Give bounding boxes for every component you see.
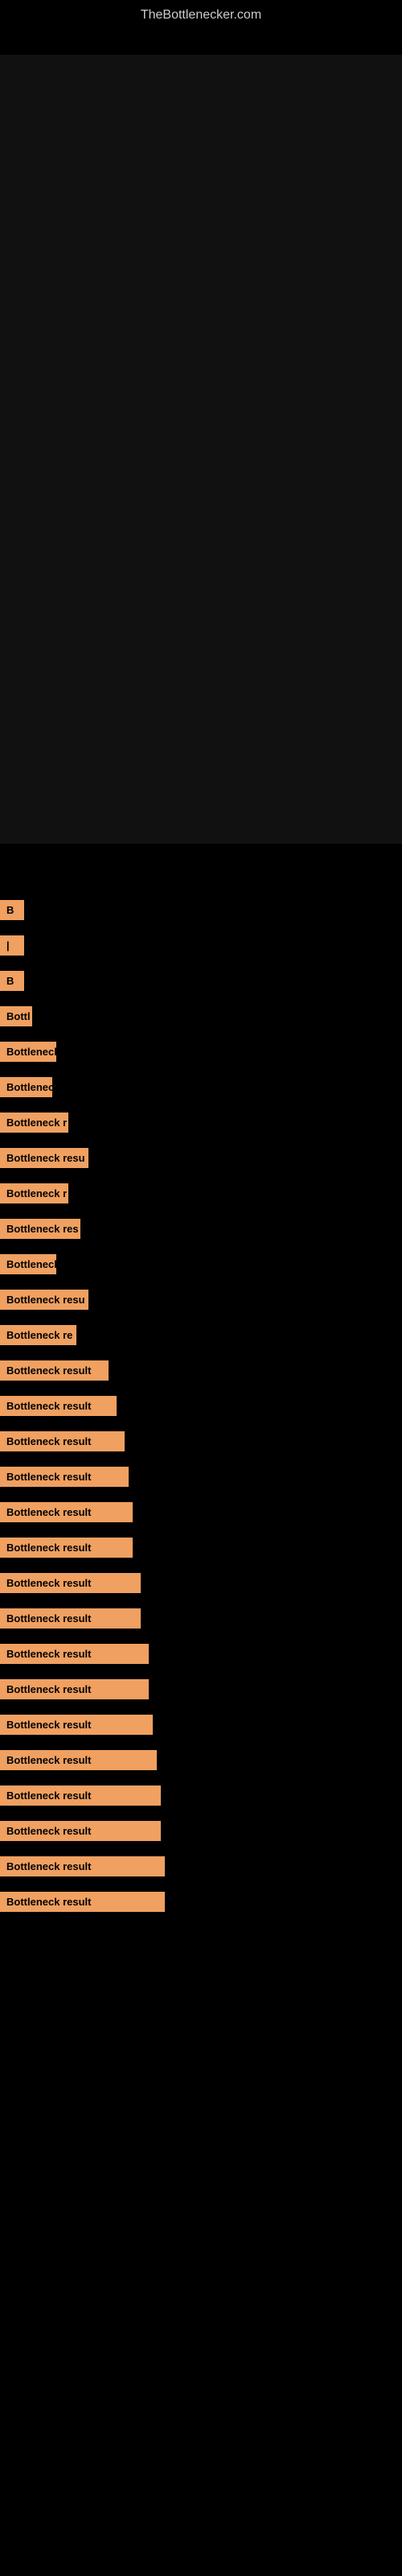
result-item: Bottleneck result (0, 1600, 402, 1636)
result-item: Bottleneck result (0, 1459, 402, 1494)
result-item: Bottleneck result (0, 1813, 402, 1848)
result-label: Bottleneck result (0, 1679, 149, 1699)
result-label: Bottleneck result (0, 1715, 153, 1735)
result-label: Bottleneck res (0, 1219, 80, 1239)
chart-area (0, 31, 402, 876)
result-item: Bottleneck result (0, 1777, 402, 1813)
result-item: Bottl (0, 998, 402, 1034)
results-section: B | B Bottl Bottleneck Bottlenec Bottleneck r B… (0, 876, 402, 1919)
result-label: Bottleneck result (0, 1538, 133, 1558)
result-label: Bottleneck result (0, 1360, 109, 1381)
result-item: Bottleneck result (0, 1388, 402, 1423)
result-item: Bottlenec (0, 1069, 402, 1104)
result-label: Bottleneck result (0, 1502, 133, 1522)
result-item: Bottleneck result (0, 1423, 402, 1459)
result-item: Bottleneck r (0, 1104, 402, 1140)
result-item: Bottleneck resu (0, 1282, 402, 1317)
result-label: Bottleneck result (0, 1750, 157, 1770)
result-item: Bottleneck result (0, 1636, 402, 1671)
result-label: Bottleneck result (0, 1467, 129, 1487)
result-label: Bottleneck resu (0, 1290, 88, 1310)
result-item: Bottleneck (0, 1034, 402, 1069)
result-label: Bottleneck result (0, 1821, 161, 1841)
result-label: Bottleneck (0, 1254, 56, 1274)
result-item: | (0, 927, 402, 963)
result-item: Bottleneck r (0, 1175, 402, 1211)
result-label: Bottlenec (0, 1077, 52, 1097)
result-label: Bottleneck result (0, 1892, 165, 1912)
result-label: Bottleneck result (0, 1573, 141, 1593)
result-item: B (0, 963, 402, 998)
result-item: Bottleneck result (0, 1530, 402, 1565)
result-label: Bottl (0, 1006, 32, 1026)
result-item: Bottleneck result (0, 1352, 402, 1388)
result-item: Bottleneck result (0, 1707, 402, 1742)
result-item: Bottleneck (0, 1246, 402, 1282)
result-label: Bottleneck r (0, 1183, 68, 1203)
result-label: Bottleneck r (0, 1113, 68, 1133)
result-label: Bottleneck resu (0, 1148, 88, 1168)
result-label: B (0, 900, 24, 920)
result-label: Bottleneck result (0, 1608, 141, 1629)
result-item: Bottleneck res (0, 1211, 402, 1246)
result-label: Bottleneck result (0, 1396, 117, 1416)
chart-block (0, 55, 402, 844)
result-item: Bottleneck result (0, 1848, 402, 1884)
result-item: B (0, 892, 402, 927)
result-label: B (0, 971, 24, 991)
result-label: Bottleneck (0, 1042, 56, 1062)
result-item: Bottleneck re (0, 1317, 402, 1352)
result-label: Bottleneck result (0, 1856, 165, 1876)
result-label: | (0, 935, 24, 956)
result-item: Bottleneck result (0, 1494, 402, 1530)
result-label: Bottleneck result (0, 1785, 161, 1806)
result-item: Bottleneck result (0, 1742, 402, 1777)
site-title: TheBottlenecker.com (0, 0, 402, 31)
result-item: Bottleneck result (0, 1565, 402, 1600)
result-item: Bottleneck result (0, 1671, 402, 1707)
result-item: Bottleneck resu (0, 1140, 402, 1175)
result-label: Bottleneck re (0, 1325, 76, 1345)
result-item: Bottleneck result (0, 1884, 402, 1919)
result-label: Bottleneck result (0, 1431, 125, 1451)
result-label: Bottleneck result (0, 1644, 149, 1664)
